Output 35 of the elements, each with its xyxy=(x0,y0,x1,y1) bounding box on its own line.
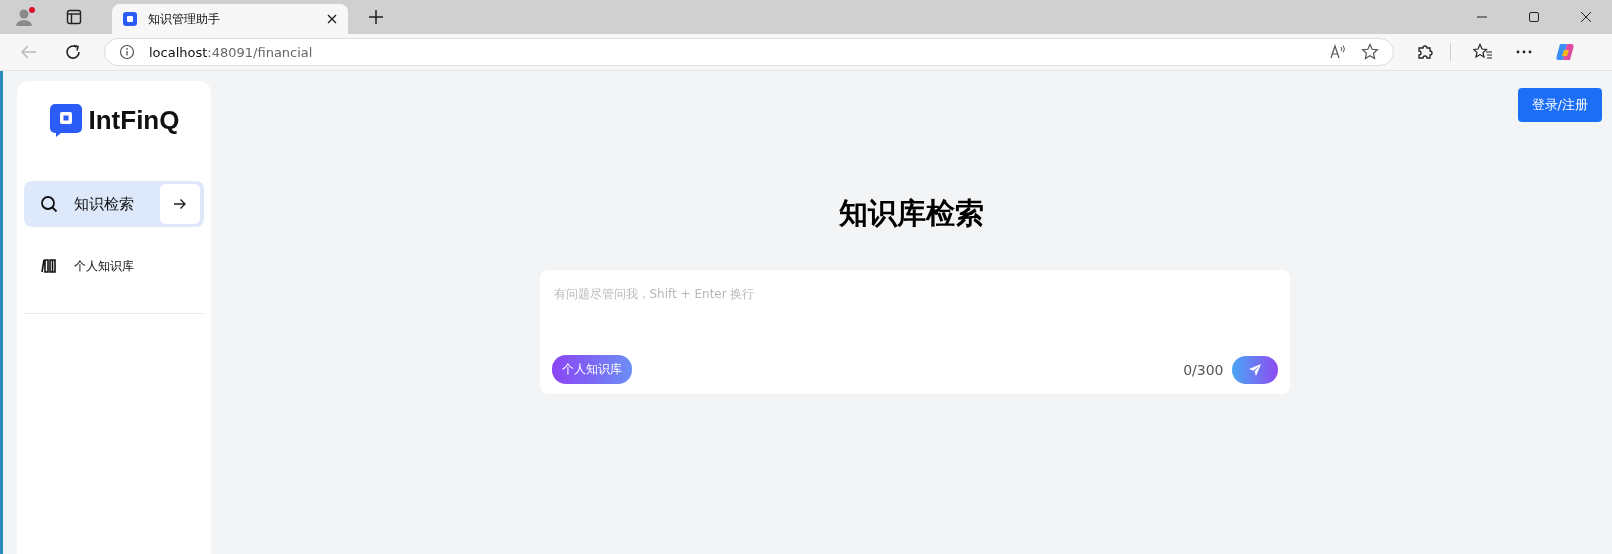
knowledge-base-tag[interactable]: 个人知识库 xyxy=(551,355,632,384)
arrow-right-icon xyxy=(173,198,187,210)
books-icon xyxy=(40,257,58,275)
tab-panel-icon[interactable] xyxy=(66,9,82,25)
info-icon[interactable] xyxy=(119,44,135,60)
browser-tab[interactable]: 知识管理助手 xyxy=(112,4,348,34)
reload-icon[interactable] xyxy=(64,43,82,61)
favorites-icon[interactable] xyxy=(1473,43,1493,61)
char-counter: 0/300 xyxy=(1183,361,1224,378)
logo-text: IntFinQ xyxy=(88,104,180,136)
item-label: 个人知识库 xyxy=(74,257,135,275)
url-text: localhost:48091/financial xyxy=(149,44,313,60)
arrow-button[interactable] xyxy=(160,184,200,224)
close-icon[interactable] xyxy=(326,13,338,25)
send-icon xyxy=(1247,362,1262,377)
item-label: 知识检索 xyxy=(74,194,135,214)
close-icon[interactable] xyxy=(1580,11,1592,23)
copilot-icon[interactable] xyxy=(1555,42,1575,62)
address-field[interactable]: localhost:48091/financial xyxy=(104,38,1394,66)
page-title: 知识库检索 xyxy=(839,195,984,232)
sidebar-item[interactable]: 个人知识库 xyxy=(24,243,204,289)
login-button[interactable]: 登录/注册 xyxy=(1517,88,1602,122)
star-icon[interactable] xyxy=(1361,43,1379,61)
maximize-icon[interactable] xyxy=(1528,11,1540,23)
puzzle-icon[interactable] xyxy=(1416,43,1434,61)
new-tab-icon[interactable] xyxy=(368,9,384,25)
profile-icon[interactable] xyxy=(14,6,36,28)
send-button[interactable] xyxy=(1231,355,1278,384)
tab-title: 知识管理助手 xyxy=(148,10,221,28)
read-aloud-icon[interactable] xyxy=(1329,43,1347,61)
question-field[interactable]: 有问题尽管问我，Shift + Enter 换行 个人知识库 0/300 xyxy=(539,270,1290,394)
logo-icon xyxy=(48,103,83,137)
sidebar-item[interactable]: 知识检索 xyxy=(24,181,204,227)
search-icon xyxy=(40,195,58,213)
app-logo-icon xyxy=(122,11,138,27)
